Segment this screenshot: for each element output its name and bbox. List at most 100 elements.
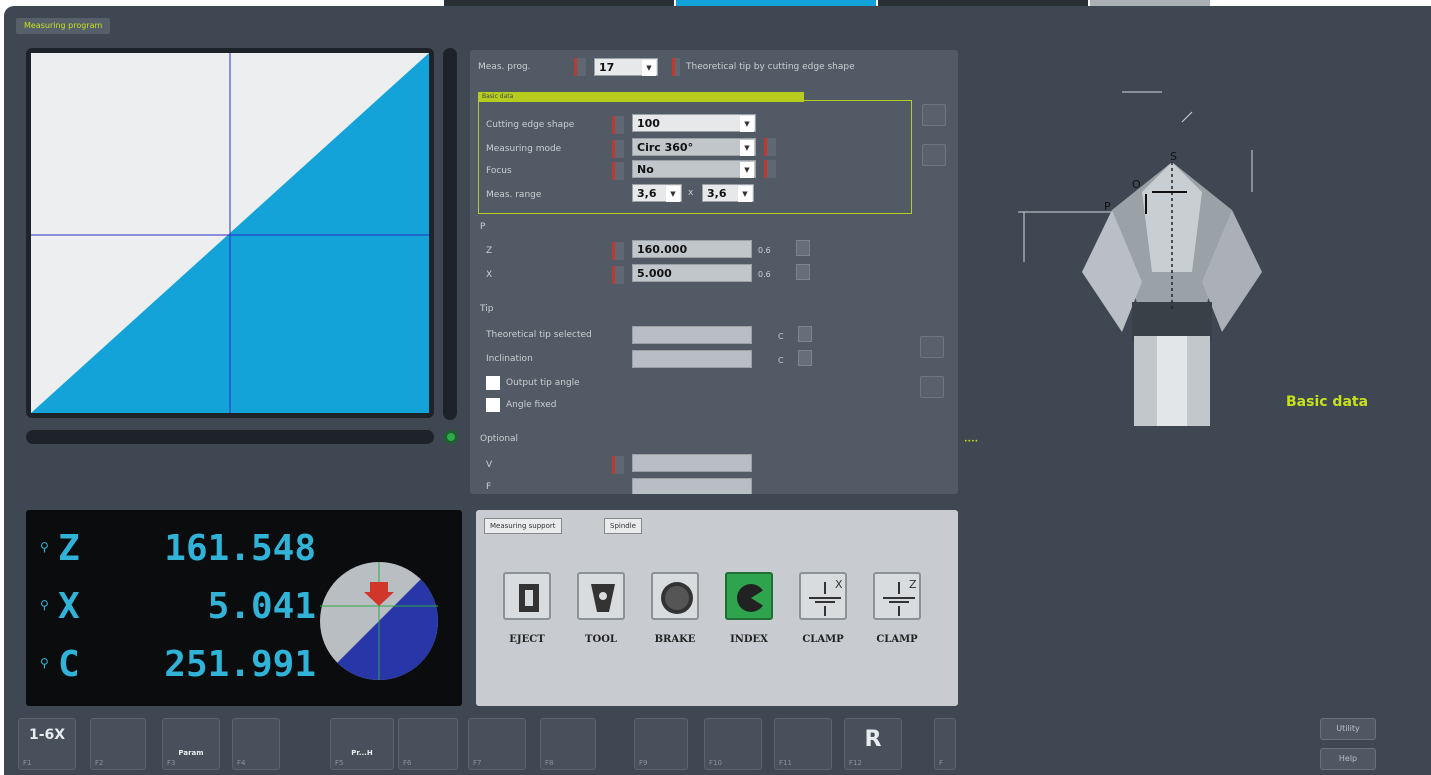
tool-button[interactable]: TOOL [570, 572, 632, 645]
pos-z-field[interactable]: 160.000 [632, 240, 752, 258]
preview-drawing [31, 53, 429, 413]
brake-button[interactable]: BRAKE [644, 572, 706, 645]
cutting-edge-select[interactable]: 100 ▼ [632, 114, 756, 132]
axis-value: 161.548 [164, 528, 316, 569]
f6-key[interactable]: F6 [398, 718, 458, 770]
axis-mode-icon: ⚲ [40, 656, 49, 670]
tab-measuring-support[interactable]: Measuring support [484, 518, 562, 534]
tip-selected-unit: C [778, 332, 784, 341]
position-section-label: P [480, 222, 486, 232]
eject-icon [519, 584, 539, 612]
svg-text:X: X [835, 578, 843, 591]
pos-z-stepper[interactable] [796, 240, 810, 256]
svg-text:P: P [1104, 200, 1111, 213]
axis-mode-icon: ⚲ [40, 540, 49, 554]
program-tag[interactable]: Measuring program [16, 18, 111, 34]
clamp-x-icon: X [809, 578, 843, 616]
meas-range-x-select[interactable]: 3,6 ▼ [632, 184, 682, 202]
tip-section-label: Tip [480, 304, 494, 314]
focus-select[interactable]: No ▼ [632, 160, 756, 178]
focus-label: Focus [486, 166, 512, 176]
status-led-icon [444, 430, 458, 444]
axis-name: C [58, 644, 80, 685]
axis-row-z: ⚲ Z 161.548 [40, 526, 316, 576]
pos-x-label: X [486, 270, 493, 280]
pos-x-field[interactable]: 5.000 [632, 264, 752, 282]
output-tip-angle-checkbox[interactable] [486, 376, 500, 390]
tip-selected-stepper[interactable] [798, 326, 812, 342]
inclination-field[interactable] [632, 350, 752, 368]
f1-key[interactable]: 1-6X F1 [18, 718, 76, 770]
focus-flag [764, 160, 776, 178]
measuring-mode-select[interactable]: Circ 360° ▼ [632, 138, 756, 156]
tip-selected-field[interactable] [632, 326, 752, 344]
horizontal-scrollbar[interactable] [26, 430, 434, 444]
meas-range-y-select[interactable]: 3,6 ▼ [702, 184, 754, 202]
optional-f-label: F [486, 482, 492, 492]
side-button-1[interactable] [922, 104, 946, 126]
utility-button[interactable]: Utility [1320, 718, 1376, 740]
chevron-down-icon: ▼ [740, 162, 754, 178]
preview-viewport [26, 48, 434, 418]
inclination-unit: C [778, 356, 784, 365]
meas-prog-marker [574, 58, 586, 76]
optional-v-marker [612, 456, 624, 474]
optional-v-label: V [486, 460, 493, 470]
optional-v-field[interactable] [632, 454, 752, 472]
side-button-2[interactable] [922, 144, 946, 166]
pos-x-stepper[interactable] [796, 264, 810, 280]
f8-key[interactable]: F8 [540, 718, 596, 770]
parameter-panel: Meas. prog. 17 ▼ Theoretical tip by cutti… [470, 50, 958, 494]
axis-value: 251.991 [164, 644, 316, 685]
side-note: •••• [964, 438, 979, 445]
clamp-z-icon: Z [883, 578, 917, 616]
svg-text:Z: Z [909, 578, 917, 591]
index-icon [737, 584, 767, 612]
tip-selected-label: Theoretical tip selected [486, 330, 592, 340]
chevron-down-icon: ▼ [740, 116, 754, 132]
pos-z-unit: 0.6 [758, 246, 771, 255]
countersink-tool-icon: S O P [1018, 91, 1262, 426]
rotation-gauge-icon [320, 562, 438, 680]
f7-key[interactable]: F7 [468, 718, 526, 770]
help-button[interactable]: Help [1320, 748, 1376, 770]
axis-value: 5.041 [207, 586, 316, 627]
index-button[interactable]: INDEX [718, 572, 780, 645]
angle-fixed-label: Angle fixed [506, 400, 557, 410]
meas-prog-description: Theoretical tip by cutting edge shape [686, 62, 855, 72]
axis-name: X [58, 586, 80, 627]
eject-button[interactable]: EJECT [496, 572, 558, 645]
svg-text:O: O [1132, 178, 1141, 191]
side-key[interactable]: F [934, 718, 956, 770]
f9-key[interactable]: F9 [634, 718, 688, 770]
brake-icon [661, 582, 693, 614]
inclination-stepper[interactable] [798, 350, 812, 366]
vertical-scrollbar[interactable] [443, 48, 457, 420]
f4-key[interactable]: F4 [232, 718, 280, 770]
optional-f-field[interactable] [632, 478, 752, 494]
f5-key[interactable]: Pr...H F5 [330, 718, 394, 770]
axis-row-x: ⚲ X 5.041 [40, 584, 316, 634]
position-readout: ⚲ Z 161.548 ⚲ X 5.041 ⚲ C 251.991 [26, 510, 462, 706]
cutting-edge-marker [612, 116, 624, 134]
side-button-4[interactable] [920, 376, 944, 398]
measuring-mode-flag [764, 138, 776, 156]
f2-key[interactable]: F2 [90, 718, 146, 770]
f11-key[interactable]: F11 [774, 718, 832, 770]
basic-data-title: Basic data [1286, 394, 1369, 410]
chevron-down-icon: ▼ [740, 140, 754, 156]
f12-key[interactable]: R F12 [844, 718, 902, 770]
axis-name: Z [58, 528, 80, 569]
f10-key[interactable]: F10 [704, 718, 762, 770]
f3-key[interactable]: Param F3 [162, 718, 220, 770]
side-button-3[interactable] [920, 336, 944, 358]
axis-row-c: ⚲ C 251.991 [40, 642, 316, 692]
tool-icon [591, 584, 615, 612]
inclination-label: Inclination [486, 354, 533, 364]
angle-fixed-checkbox[interactable] [486, 398, 500, 412]
tab-spindle[interactable]: Spindle [604, 518, 642, 534]
pos-x-unit: 0.6 [758, 270, 771, 279]
clamp-z-button[interactable]: Z CLAMP [866, 572, 928, 645]
meas-prog-select[interactable]: 17 ▼ [594, 58, 658, 76]
clamp-x-button[interactable]: X CLAMP [792, 572, 854, 645]
